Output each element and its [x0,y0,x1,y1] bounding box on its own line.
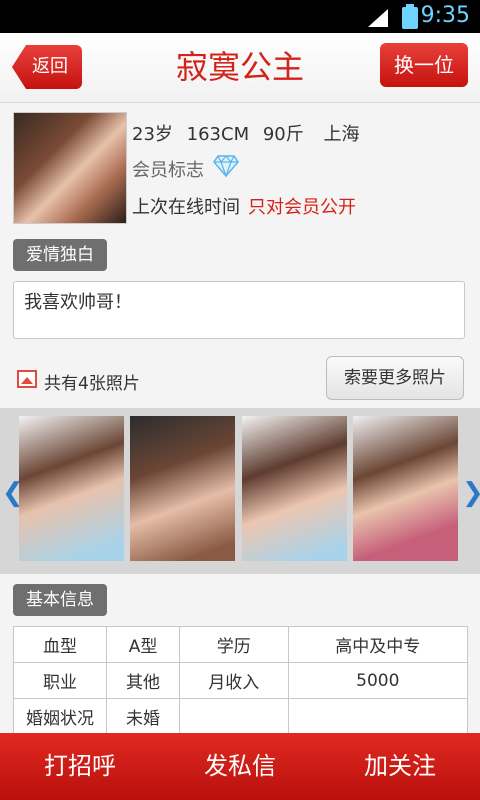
gallery-photo[interactable] [130,416,235,561]
bottom-action-bar: 打招呼 发私信 加关注 [0,733,480,800]
online-label: 上次在线时间 [132,197,240,218]
city-text: 上海 [323,124,360,145]
online-status: 上次在线时间 只对会员公开 [132,193,356,219]
request-more-photos-button[interactable]: 索要更多照片 [326,356,464,400]
table-cell: 职业 [13,662,107,699]
table-cell [179,698,289,735]
signal-icon [368,9,388,27]
basic-stats: 23岁 163CM 90斤 上海 [132,120,359,146]
height-text: 163CM [186,124,250,145]
table-cell: 婚姻状况 [13,698,107,735]
table-row: 职业 其他 月收入 5000 [13,662,469,699]
table-cell: 5000 [287,662,469,699]
table-cell: 其他 [105,662,181,699]
weight-text: 90斤 [262,124,304,145]
table-cell: 未婚 [105,698,181,735]
table-row: 婚姻状况 未婚 [13,698,469,735]
switch-profile-button[interactable]: 换一位 [380,43,468,87]
header-bar: 寂寞公主 返回 换一位 [0,33,480,103]
back-button[interactable]: 返回 [12,45,82,89]
follow-button[interactable]: 加关注 [320,733,480,800]
basic-info-table: 血型 A型 学历 高中及中专 职业 其他 月收入 5000 婚姻状况 未婚 [13,626,469,735]
online-value: 只对会员公开 [248,197,356,218]
status-time: 9:35 [420,3,470,28]
table-cell: 高中及中专 [287,626,469,663]
chevron-right-icon[interactable]: ❯ [462,480,480,506]
table-cell: 血型 [13,626,107,663]
basic-info-tag: 基本信息 [13,584,107,616]
love-monologue-tag: 爱情独白 [13,239,107,271]
photo-count: 共有4张照片 [44,374,140,394]
love-monologue-text: 我喜欢帅哥！ [13,281,465,339]
avatar[interactable] [13,112,127,224]
status-bar: 9:35 [0,0,480,33]
table-cell [287,698,469,735]
chevron-left-icon[interactable]: ❮ [2,480,24,506]
battery-icon [402,4,418,29]
greet-button[interactable]: 打招呼 [0,733,160,800]
age-text: 23岁 [132,124,173,145]
member-label: 会员标志 [132,160,204,181]
gallery-photo[interactable] [19,416,124,561]
diamond-icon [213,155,239,178]
send-message-button[interactable]: 发私信 [160,733,320,800]
photo-icon [17,370,37,388]
gallery-photo[interactable] [353,416,458,561]
gallery-photo[interactable] [242,416,347,561]
table-row: 血型 A型 学历 高中及中专 [13,626,469,663]
table-cell: A型 [105,626,181,663]
photo-gallery[interactable]: ❮ ❯ [0,408,480,574]
table-cell: 月收入 [179,662,289,699]
table-cell: 学历 [179,626,289,663]
